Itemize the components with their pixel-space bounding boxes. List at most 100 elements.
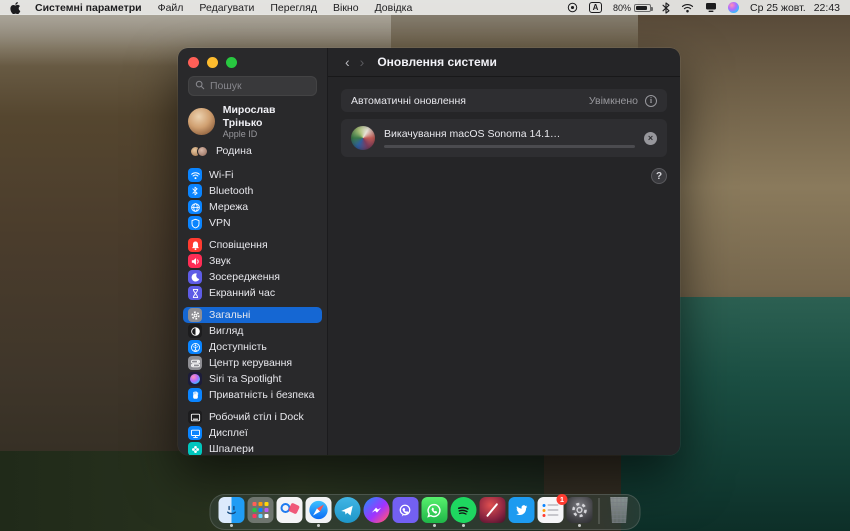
download-progress-bar [384, 145, 635, 148]
system-settings-icon [566, 497, 592, 523]
search-field[interactable] [188, 76, 317, 96]
sidebar-item-label: Екранний час [209, 287, 275, 299]
dock-item-trash[interactable] [606, 497, 633, 525]
sidebar-item-sound[interactable]: Звук [183, 253, 322, 269]
dock-item-twitter[interactable] [508, 497, 535, 525]
sidebar-item-privacy[interactable]: Приватність і безпека [183, 387, 322, 403]
sidebar-item-general[interactable]: Загальні [183, 307, 322, 323]
back-button[interactable]: ‹ [340, 55, 355, 69]
sidebar-item-network[interactable]: Мережа [183, 199, 322, 215]
dock-item-finder[interactable] [218, 497, 245, 525]
display-icon [188, 426, 202, 440]
help-button[interactable]: ? [651, 168, 667, 184]
menu-app-name[interactable]: Системні параметри [27, 2, 150, 14]
siri-icon[interactable] [728, 2, 739, 13]
sidebar-item-appearance[interactable]: Вигляд [183, 323, 322, 339]
search-input[interactable] [210, 80, 310, 92]
input-source-icon[interactable]: A [589, 2, 602, 13]
close-window-button[interactable] [188, 57, 199, 68]
automatic-updates-row[interactable]: Автоматичні оновлення Увімкнено i [341, 89, 667, 112]
dock-item-whatsapp[interactable] [421, 497, 448, 525]
dock-item-reminders[interactable]: 1 [537, 497, 564, 525]
menu-bar: Системні параметри Файл Редагувати Перег… [0, 0, 850, 15]
sidebar-item-label: Siri та Spotlight [209, 373, 281, 385]
download-row: Викачування macOS Sonoma 14.1… × [341, 119, 667, 157]
dock-item-system-settings[interactable] [566, 497, 593, 525]
battery-icon [634, 4, 651, 12]
appearance-icon [188, 324, 202, 338]
sidebar-item-label: Загальні [209, 309, 250, 321]
sidebar-item-desktop-dock[interactable]: Робочий стіл і Dock [183, 409, 322, 425]
dock-item-spotify[interactable] [450, 497, 477, 525]
accessibility-icon [188, 340, 202, 354]
shield-icon [188, 216, 202, 230]
dock-item-pixelmator[interactable] [479, 497, 506, 525]
sidebar-item-label: Центр керування [209, 357, 292, 369]
sidebar-item-siri-spotlight[interactable]: Siri та Spotlight [183, 371, 322, 387]
menu-edit[interactable]: Редагувати [191, 2, 262, 14]
sidebar-item-label: Звук [209, 255, 231, 267]
sidebar-item-wifi[interactable]: Wi-Fi [183, 167, 322, 183]
menu-window[interactable]: Вікно [325, 2, 367, 14]
menu-bar-date: Ср 25 жовт. [750, 2, 806, 14]
bluetooth-icon [188, 184, 202, 198]
avatar [188, 108, 215, 135]
sidebar-item-screen-time[interactable]: Екранний час [183, 285, 322, 301]
menu-help[interactable]: Довідка [367, 2, 421, 14]
forward-button[interactable]: › [355, 55, 370, 69]
menu-file[interactable]: Файл [150, 2, 192, 14]
sidebar-item-label: Bluetooth [209, 185, 253, 197]
dock-item-launchpad[interactable] [247, 497, 274, 525]
record-status-icon[interactable] [567, 2, 578, 13]
telegram-icon [334, 497, 360, 523]
siri-icon [188, 372, 202, 386]
settings-sidebar: Мирослав Трінько Apple ID Родина Wi-Fi B… [178, 48, 328, 455]
dock-separator [599, 498, 600, 524]
dock: 1 [210, 494, 641, 530]
gear-icon [188, 308, 202, 322]
sidebar-item-bluetooth[interactable]: Bluetooth [183, 183, 322, 199]
window-controls [178, 48, 327, 68]
wallpaper-icon [188, 442, 202, 455]
settings-main-panel: ‹ › Оновлення системи Автоматичні оновле… [328, 48, 680, 455]
speaker-icon [188, 254, 202, 268]
battery-indicator[interactable]: 80% [613, 3, 651, 13]
sidebar-item-vpn[interactable]: VPN [183, 215, 322, 231]
sidebar-item-label: Мережа [209, 201, 248, 213]
dock-item-telegram[interactable] [334, 497, 361, 525]
menu-view[interactable]: Перегляд [262, 2, 325, 14]
bluetooth-icon[interactable] [662, 2, 670, 14]
automatic-updates-label: Автоматичні оновлення [351, 95, 466, 107]
sidebar-item-control-center[interactable]: Центр керування [183, 355, 322, 371]
sidebar-item-label: VPN [209, 217, 231, 229]
info-icon[interactable]: i [645, 95, 657, 107]
minimize-window-button[interactable] [207, 57, 218, 68]
family-avatars [190, 146, 208, 157]
sidebar-item-label: Приватність і безпека [209, 389, 314, 401]
wifi-icon[interactable] [681, 3, 694, 13]
finder-icon [218, 497, 244, 523]
apple-menu-icon[interactable] [10, 1, 21, 14]
sidebar-item-displays[interactable]: Дисплеї [183, 425, 322, 441]
apple-id-row[interactable]: Мирослав Трінько Apple ID [178, 96, 327, 141]
menu-bar-clock[interactable]: Ср 25 жовт. 22:43 [750, 2, 840, 14]
sidebar-item-label: Сповіщення [209, 239, 268, 251]
cancel-download-button[interactable]: × [644, 132, 657, 145]
trash-icon [608, 497, 630, 523]
dock-item-messenger[interactable] [363, 497, 390, 525]
desktop-dock-icon [188, 410, 202, 424]
whatsapp-icon [421, 497, 447, 523]
family-row[interactable]: Родина [178, 141, 327, 159]
running-indicator [578, 524, 581, 527]
dock-item-freeform[interactable] [276, 497, 303, 525]
dock-item-viber[interactable] [392, 497, 419, 525]
sidebar-item-wallpaper[interactable]: Шпалери [183, 441, 322, 455]
panel-header: ‹ › Оновлення системи [328, 48, 680, 77]
screen-mirroring-icon[interactable] [705, 2, 717, 13]
sidebar-item-focus[interactable]: Зосередження [183, 269, 322, 285]
sidebar-item-notifications[interactable]: Сповіщення [183, 237, 322, 253]
safari-icon [305, 497, 331, 523]
dock-item-safari[interactable] [305, 497, 332, 525]
sidebar-item-accessibility[interactable]: Доступність [183, 339, 322, 355]
zoom-window-button[interactable] [226, 57, 237, 68]
